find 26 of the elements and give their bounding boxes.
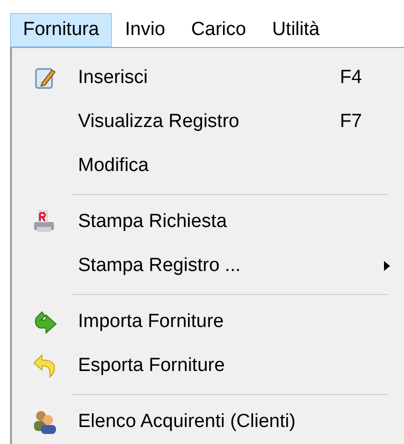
menu-item[interactable]: Inserisci F4: [12, 56, 404, 100]
menu-item-label: Visualizza Registro: [78, 110, 240, 134]
menu-bar-item[interactable]: Invio: [112, 13, 178, 47]
menu-item[interactable]: Modifica: [12, 144, 404, 188]
menu-bar-item[interactable]: Fornitura: [10, 13, 112, 47]
shortcut-label: F7: [340, 110, 362, 134]
menu-bar-item[interactable]: Carico: [178, 13, 260, 47]
menu-item[interactable]: Stampa Richiesta: [12, 200, 404, 244]
people-icon: [32, 409, 58, 435]
menu-item-label: Stampa Registro ...: [78, 254, 241, 278]
arrow-right-icon: [32, 310, 58, 334]
arrow-left-icon: [32, 353, 58, 379]
menu-item[interactable]: Importa Forniture: [12, 300, 404, 344]
menu-item-label: Esporta Forniture: [78, 354, 225, 378]
menu-item[interactable]: Visualizza Registro F7: [12, 100, 404, 144]
menu-item-label: Inserisci: [78, 66, 148, 90]
menu-item-label: Modifica: [78, 154, 149, 178]
menu-item-label: Importa Forniture: [78, 310, 224, 334]
pencil-note-icon: [34, 66, 56, 90]
shortcut-label: F4: [340, 66, 362, 90]
menu-bar-item[interactable]: Utilità: [259, 13, 333, 47]
menu-item[interactable]: Elenco Acquirenti (Clienti): [12, 400, 404, 444]
menu-item-label: Stampa Richiesta: [78, 210, 227, 234]
menu-item[interactable]: Stampa Registro ...: [12, 244, 404, 288]
menu-item-label: Elenco Acquirenti (Clienti): [78, 410, 296, 434]
menu-item[interactable]: Esporta Forniture: [12, 344, 404, 388]
